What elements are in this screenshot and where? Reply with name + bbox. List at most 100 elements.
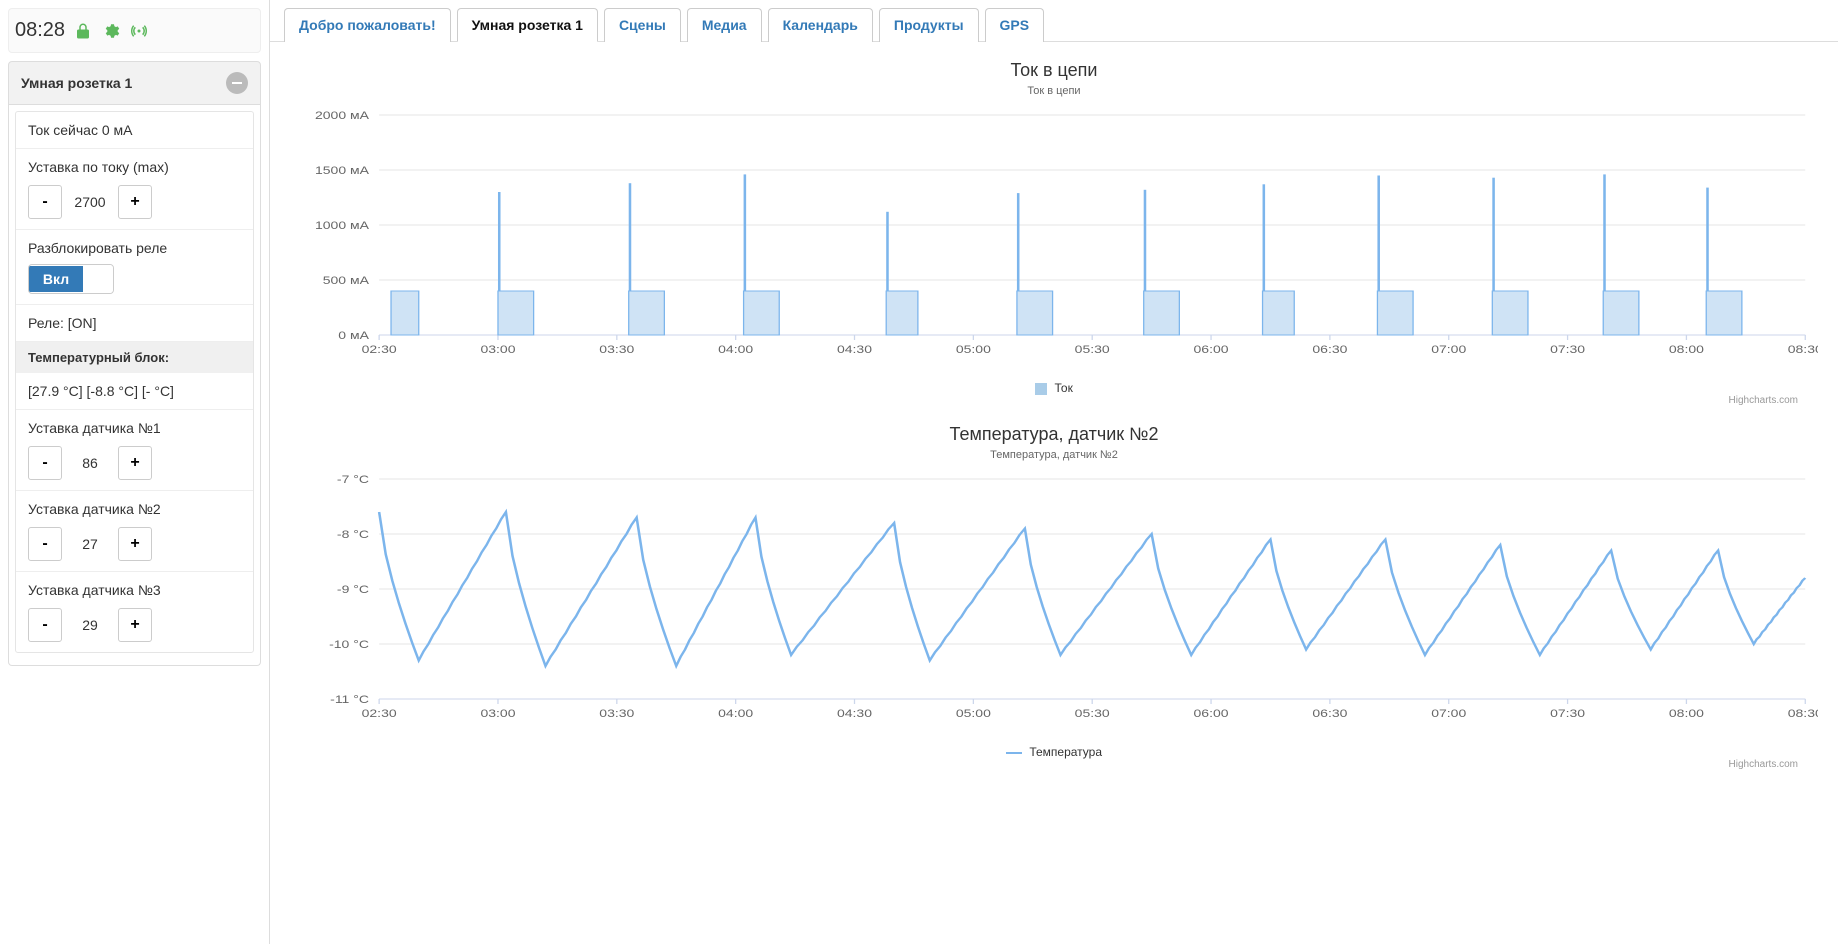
svg-text:08:30: 08:30 <box>1788 343 1818 355</box>
chart1-legend: Ток <box>290 381 1818 395</box>
status-header: 08:28 <box>8 8 261 53</box>
svg-text:06:00: 06:00 <box>1194 343 1229 355</box>
svg-text:06:00: 06:00 <box>1194 707 1229 719</box>
unblock-relay-label: Разблокировать реле <box>28 240 241 256</box>
charts-container: Ток в цепи Ток в цепи 0 мА 500 мА 1000 мА 1… <box>270 42 1838 944</box>
svg-text:1500 мА: 1500 мА <box>315 164 370 176</box>
tab-calendar[interactable]: Календарь <box>768 8 873 42</box>
tab-welcome[interactable]: Добро пожаловать! <box>284 8 451 42</box>
device-panel-body: Ток сейчас 0 мА Уставка по току (max) - … <box>8 105 261 666</box>
tab-gps[interactable]: GPS <box>985 8 1045 42</box>
chart-current: Ток в цепи Ток в цепи 0 мА 500 мА 1000 мА 1… <box>270 60 1838 416</box>
svg-text:06:30: 06:30 <box>1312 343 1347 355</box>
tab-products[interactable]: Продукты <box>879 8 979 42</box>
temp-block-header: Температурный блок: <box>16 342 253 373</box>
sensor3-row: Уставка датчика №3 - 29 + <box>16 572 253 652</box>
svg-text:500 мА: 500 мА <box>323 274 370 286</box>
relay-status-row: Реле: [ON] <box>16 305 253 342</box>
tab-smart-socket-1[interactable]: Умная розетка 1 <box>457 8 598 42</box>
signal-icon <box>129 21 149 41</box>
chart1-title: Ток в цепи <box>290 60 1818 81</box>
main: Добро пожаловать! Умная розетка 1 Сцены … <box>270 0 1838 944</box>
current-setpoint-value: 2700 <box>70 194 110 210</box>
svg-text:02:30: 02:30 <box>362 343 397 355</box>
svg-text:-11 °C: -11 °C <box>330 693 369 705</box>
relay-status: Реле: [ON] <box>28 315 241 331</box>
gear-icon[interactable] <box>101 21 121 41</box>
current-setpoint-stepper: - 2700 + <box>28 185 241 219</box>
svg-text:1000 мА: 1000 мА <box>315 219 370 231</box>
svg-text:04:00: 04:00 <box>718 707 753 719</box>
chart1-legend-swatch <box>1035 383 1047 395</box>
chart1-subtitle: Ток в цепи <box>290 85 1818 97</box>
sensor2-value: 27 <box>70 536 110 552</box>
svg-text:2000 мА: 2000 мА <box>315 109 370 121</box>
toggle-knob <box>83 265 113 293</box>
svg-text:-10 °C: -10 °C <box>329 638 369 650</box>
temp-readings-row: [27.9 °C] [-8.8 °C] [- °C] <box>16 373 253 410</box>
sensor2-label: Уставка датчика №2 <box>28 501 241 517</box>
current-setpoint-row: Уставка по току (max) - 2700 + <box>16 149 253 230</box>
tabs: Добро пожаловать! Умная розетка 1 Сцены … <box>270 0 1838 42</box>
svg-text:-9 °C: -9 °C <box>337 583 369 595</box>
chart2-legend-line <box>1006 752 1022 754</box>
svg-text:08:00: 08:00 <box>1669 343 1704 355</box>
sensor1-row: Уставка датчика №1 - 86 + <box>16 410 253 491</box>
current-now-row: Ток сейчас 0 мА <box>16 112 253 149</box>
sensor3-value: 29 <box>70 617 110 633</box>
tab-scenes[interactable]: Сцены <box>604 8 681 42</box>
sensor3-stepper: - 29 + <box>28 608 241 642</box>
svg-text:08:00: 08:00 <box>1669 707 1704 719</box>
current-setpoint-label: Уставка по току (max) <box>28 159 241 175</box>
sensor3-label: Уставка датчика №3 <box>28 582 241 598</box>
temp-readings: [27.9 °C] [-8.8 °C] [- °C] <box>28 383 241 399</box>
svg-text:0 мА: 0 мА <box>338 329 369 341</box>
svg-text:03:30: 03:30 <box>599 343 634 355</box>
svg-text:05:30: 05:30 <box>1075 343 1110 355</box>
sensor3-plus-button[interactable]: + <box>118 608 152 642</box>
sensor1-stepper: - 86 + <box>28 446 241 480</box>
device-panel-header[interactable]: Умная розетка 1 <box>8 61 261 105</box>
toggle-on-label: Вкл <box>29 266 83 292</box>
relay-toggle[interactable]: Вкл <box>28 264 114 294</box>
svg-text:05:00: 05:00 <box>956 707 991 719</box>
svg-text:05:00: 05:00 <box>956 343 991 355</box>
svg-text:07:30: 07:30 <box>1550 343 1585 355</box>
unblock-relay-row: Разблокировать реле Вкл <box>16 230 253 305</box>
svg-text:08:30: 08:30 <box>1788 707 1818 719</box>
svg-text:-8 °C: -8 °C <box>337 528 369 540</box>
clock: 08:28 <box>15 19 65 42</box>
chart1-canvas[interactable]: 0 мА 500 мА 1000 мА 1500 мА 2000 мА 02:30 03:0… <box>290 105 1818 375</box>
sensor2-stepper: - 27 + <box>28 527 241 561</box>
sensor2-minus-button[interactable]: - <box>28 527 62 561</box>
svg-text:02:30: 02:30 <box>362 707 397 719</box>
chart2-title: Температура, датчик №2 <box>290 424 1818 445</box>
sensor1-value: 86 <box>70 455 110 471</box>
chart-temperature: Температура, датчик №2 Температура, датч… <box>270 424 1838 780</box>
sensor3-minus-button[interactable]: - <box>28 608 62 642</box>
svg-text:04:00: 04:00 <box>718 343 753 355</box>
current-now-label: Ток сейчас 0 мА <box>28 122 241 138</box>
sensor1-plus-button[interactable]: + <box>118 446 152 480</box>
sensor1-minus-button[interactable]: - <box>28 446 62 480</box>
svg-text:07:30: 07:30 <box>1550 707 1585 719</box>
chart2-subtitle: Температура, датчик №2 <box>290 449 1818 461</box>
chart2-canvas[interactable]: -11 °C -10 °C -9 °C -8 °C -7 °C 02:30 03:00 03:… <box>290 469 1818 739</box>
sidebar: 08:28 Умная розетка 1 Ток сейчас 0 мА Ус… <box>0 0 270 944</box>
current-plus-button[interactable]: + <box>118 185 152 219</box>
chart2-legend-label: Температура <box>1029 745 1102 759</box>
device-title: Умная розетка 1 <box>21 75 132 91</box>
tab-media[interactable]: Медиа <box>687 8 762 42</box>
svg-text:06:30: 06:30 <box>1312 707 1347 719</box>
collapse-icon[interactable] <box>226 72 248 94</box>
svg-text:07:00: 07:00 <box>1431 343 1466 355</box>
svg-text:03:30: 03:30 <box>599 707 634 719</box>
svg-text:-7 °C: -7 °C <box>337 473 369 485</box>
chart2-credits: Highcharts.com <box>290 759 1818 770</box>
sensor2-plus-button[interactable]: + <box>118 527 152 561</box>
svg-text:04:30: 04:30 <box>837 343 872 355</box>
svg-text:03:00: 03:00 <box>480 343 515 355</box>
sensor1-label: Уставка датчика №1 <box>28 420 241 436</box>
current-minus-button[interactable]: - <box>28 185 62 219</box>
svg-text:03:00: 03:00 <box>480 707 515 719</box>
